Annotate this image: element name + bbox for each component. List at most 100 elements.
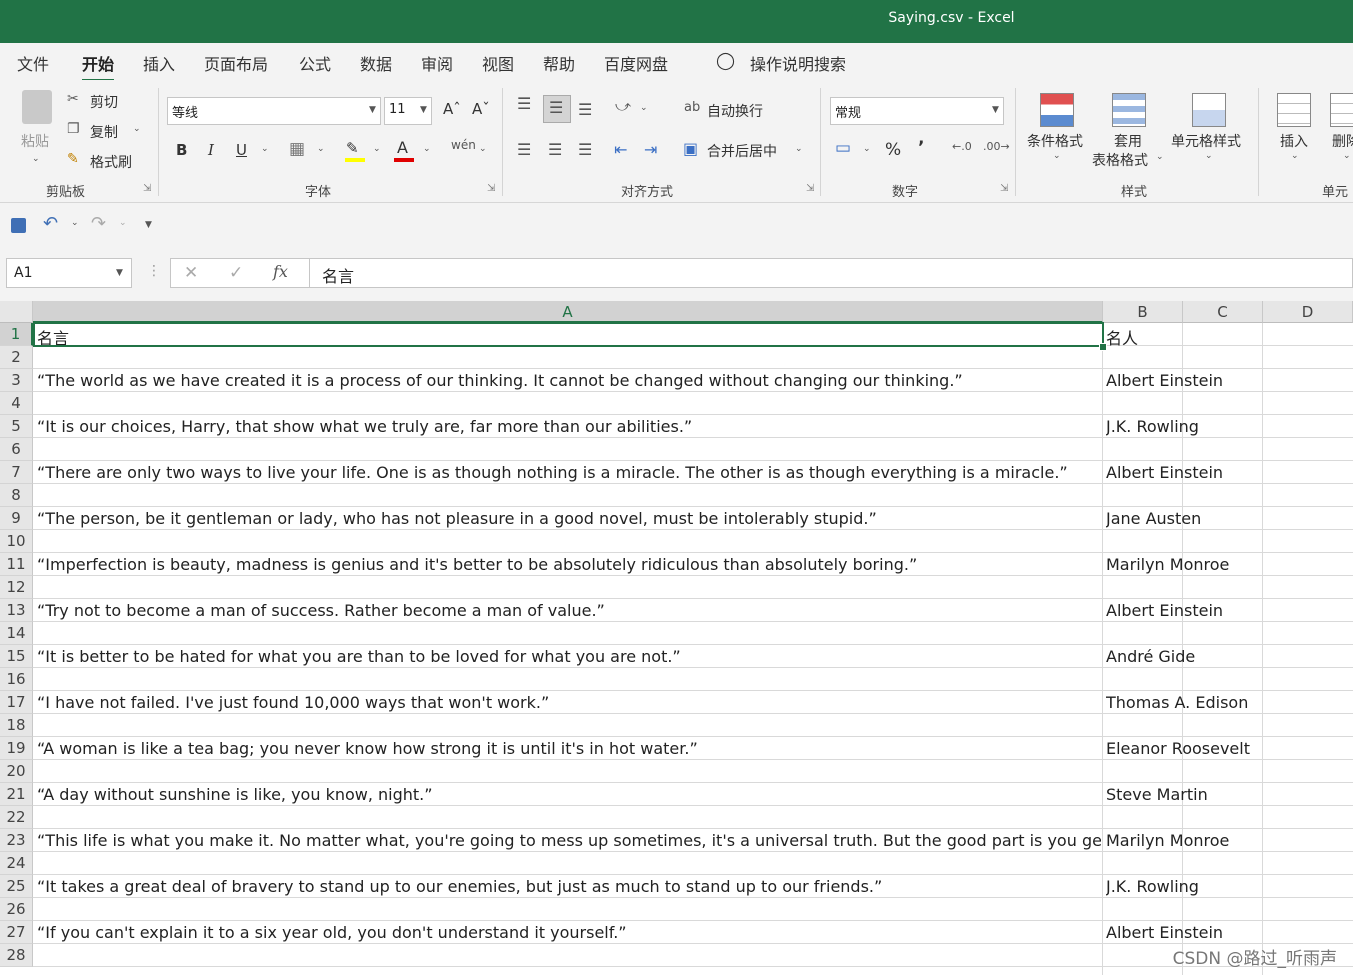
cell-b[interactable]: Eleanor Roosevelt (1106, 739, 1351, 758)
merge-center-button[interactable]: 合并后居中 (707, 141, 777, 161)
phonetic-icon[interactable]: wén (451, 138, 476, 152)
column-header-a[interactable]: A (33, 301, 1103, 323)
dialog-launcher-icon[interactable]: ⇲ (487, 183, 495, 194)
cell-b[interactable]: Albert Einstein (1106, 463, 1351, 482)
row-header[interactable]: 19 (0, 737, 33, 760)
fill-handle[interactable] (1099, 343, 1107, 351)
cut-button[interactable]: 剪切 (90, 92, 118, 112)
cell-a[interactable]: “Imperfection is beauty, madness is geni… (37, 555, 1101, 574)
row-header[interactable]: 6 (0, 438, 33, 461)
select-all-corner[interactable] (0, 301, 33, 323)
chevron-down-icon[interactable]: ⌄ (1053, 151, 1061, 161)
row-header[interactable]: 12 (0, 576, 33, 599)
bold-button[interactable]: B (176, 141, 187, 159)
cell-b[interactable]: Thomas A. Edison (1106, 693, 1351, 712)
decrease-decimal-icon[interactable]: .00→ (983, 140, 1010, 153)
chevron-down-icon[interactable]: ⌄ (863, 144, 871, 154)
cell-b[interactable]: J.K. Rowling (1106, 877, 1351, 896)
formula-input[interactable]: 名言 (310, 258, 1353, 288)
chevron-down-icon[interactable]: ▼ (992, 105, 999, 115)
format-as-table-button[interactable]: 表格格式 (1092, 150, 1148, 170)
format-painter-button[interactable]: 格式刷 (90, 152, 132, 172)
cell-a[interactable]: “The world as we have created it is a pr… (37, 371, 1101, 390)
paste-button[interactable]: 粘贴 (21, 131, 49, 151)
chevron-down-icon[interactable]: ⌄ (133, 124, 141, 134)
insert-cells-button[interactable]: 插入 (1280, 131, 1308, 151)
row-header[interactable]: 18 (0, 714, 33, 737)
cell-b[interactable]: 名人 (1106, 325, 1351, 349)
align-left-icon[interactable]: ☰ (517, 140, 531, 159)
align-center-icon[interactable]: ☰ (548, 140, 562, 159)
cell-a[interactable]: “It takes a great deal of bravery to sta… (37, 877, 1101, 896)
row-header[interactable]: 7 (0, 461, 33, 484)
dialog-launcher-icon[interactable]: ⇲ (143, 183, 151, 194)
name-box[interactable]: A1 (6, 258, 132, 288)
dialog-launcher-icon[interactable]: ⇲ (806, 183, 814, 194)
chevron-down-icon[interactable]: ⌄ (1205, 151, 1213, 161)
paste-icon[interactable] (22, 90, 52, 124)
tab-formulas[interactable]: 公式 (299, 51, 331, 75)
chevron-down-icon[interactable]: ⌄ (640, 103, 648, 113)
cell-a[interactable]: “It is better to be hated for what you a… (37, 647, 1101, 666)
font-name-select[interactable]: 等线 (167, 97, 381, 125)
tab-file[interactable]: 文件 (17, 51, 49, 75)
increase-indent-icon[interactable]: ⇥ (644, 140, 657, 159)
undo-icon[interactable]: ↶ (43, 213, 58, 234)
cell-b[interactable]: Jane Austen (1106, 509, 1351, 528)
tab-insert[interactable]: 插入 (143, 51, 175, 75)
format-as-table-line1[interactable]: 套用 (1114, 131, 1142, 151)
chevron-down-icon[interactable]: ⌄ (119, 218, 127, 228)
cell-b[interactable]: Steve Martin (1106, 785, 1351, 804)
chevron-down-icon[interactable]: ⌄ (373, 144, 381, 154)
row-header[interactable]: 11 (0, 553, 33, 576)
row-header[interactable]: 9 (0, 507, 33, 530)
cell-b[interactable]: J.K. Rowling (1106, 417, 1351, 436)
fill-color-icon[interactable]: ✎ (346, 139, 359, 157)
row-header[interactable]: 16 (0, 668, 33, 691)
cell-a[interactable]: “If you can't explain it to a six year o… (37, 923, 1101, 942)
chevron-down-icon[interactable]: ▼ (420, 105, 427, 115)
decrease-font-icon[interactable]: Aˇ (472, 100, 490, 118)
increase-decimal-icon[interactable]: ←.0 (952, 140, 972, 153)
cancel-icon[interactable]: ✕ (184, 263, 198, 283)
tab-data[interactable]: 数据 (360, 51, 392, 75)
cell-a[interactable]: “This life is what you make it. No matte… (37, 831, 1101, 850)
cell-b[interactable]: Albert Einstein (1106, 601, 1351, 620)
row-header[interactable]: 8 (0, 484, 33, 507)
tab-baidu-netdisk[interactable]: 百度网盘 (604, 51, 668, 75)
tab-home[interactable]: 开始 (82, 51, 115, 82)
row-header[interactable]: 27 (0, 921, 33, 944)
chevron-down-icon[interactable]: ⌄ (71, 218, 79, 228)
chevron-down-icon[interactable]: ▼ (369, 105, 376, 115)
row-header[interactable]: 10 (0, 530, 33, 553)
copy-button[interactable]: 复制 (90, 122, 118, 142)
row-header[interactable]: 13 (0, 599, 33, 622)
row-header[interactable]: 3 (0, 369, 33, 392)
row-header[interactable]: 5 (0, 415, 33, 438)
chevron-down-icon[interactable]: ⌄ (423, 144, 431, 154)
row-header[interactable]: 28 (0, 944, 33, 967)
row-header[interactable]: 25 (0, 875, 33, 898)
cell-a[interactable]: “Try not to become a man of success. Rat… (37, 601, 1101, 620)
border-icon[interactable]: ▦ (289, 139, 305, 159)
cell-a[interactable]: “It is our choices, Harry, that show wha… (37, 417, 1101, 436)
redo-icon[interactable]: ↷ (91, 213, 106, 234)
chevron-down-icon[interactable]: ⌄ (1343, 151, 1351, 161)
row-header[interactable]: 22 (0, 806, 33, 829)
chevron-down-icon[interactable]: ▼ (116, 268, 123, 278)
currency-icon[interactable]: ▭ (835, 138, 851, 158)
underline-button[interactable]: U (236, 141, 247, 159)
percent-button[interactable]: % (885, 140, 901, 160)
tab-page-layout[interactable]: 页面布局 (204, 51, 268, 75)
tell-me-search[interactable]: 操作说明搜索 (750, 51, 846, 75)
row-header[interactable]: 24 (0, 852, 33, 875)
row-header[interactable]: 14 (0, 622, 33, 645)
row-header[interactable]: 4 (0, 392, 33, 415)
row-header[interactable]: 2 (0, 346, 33, 369)
column-header-d[interactable]: D (1263, 301, 1353, 323)
delete-cells-button[interactable]: 删除 (1332, 131, 1353, 151)
italic-button[interactable]: I (208, 141, 214, 159)
chevron-down-icon[interactable]: ⌄ (1156, 152, 1164, 162)
tab-review[interactable]: 审阅 (421, 51, 453, 75)
enter-icon[interactable]: ✓ (229, 263, 243, 283)
